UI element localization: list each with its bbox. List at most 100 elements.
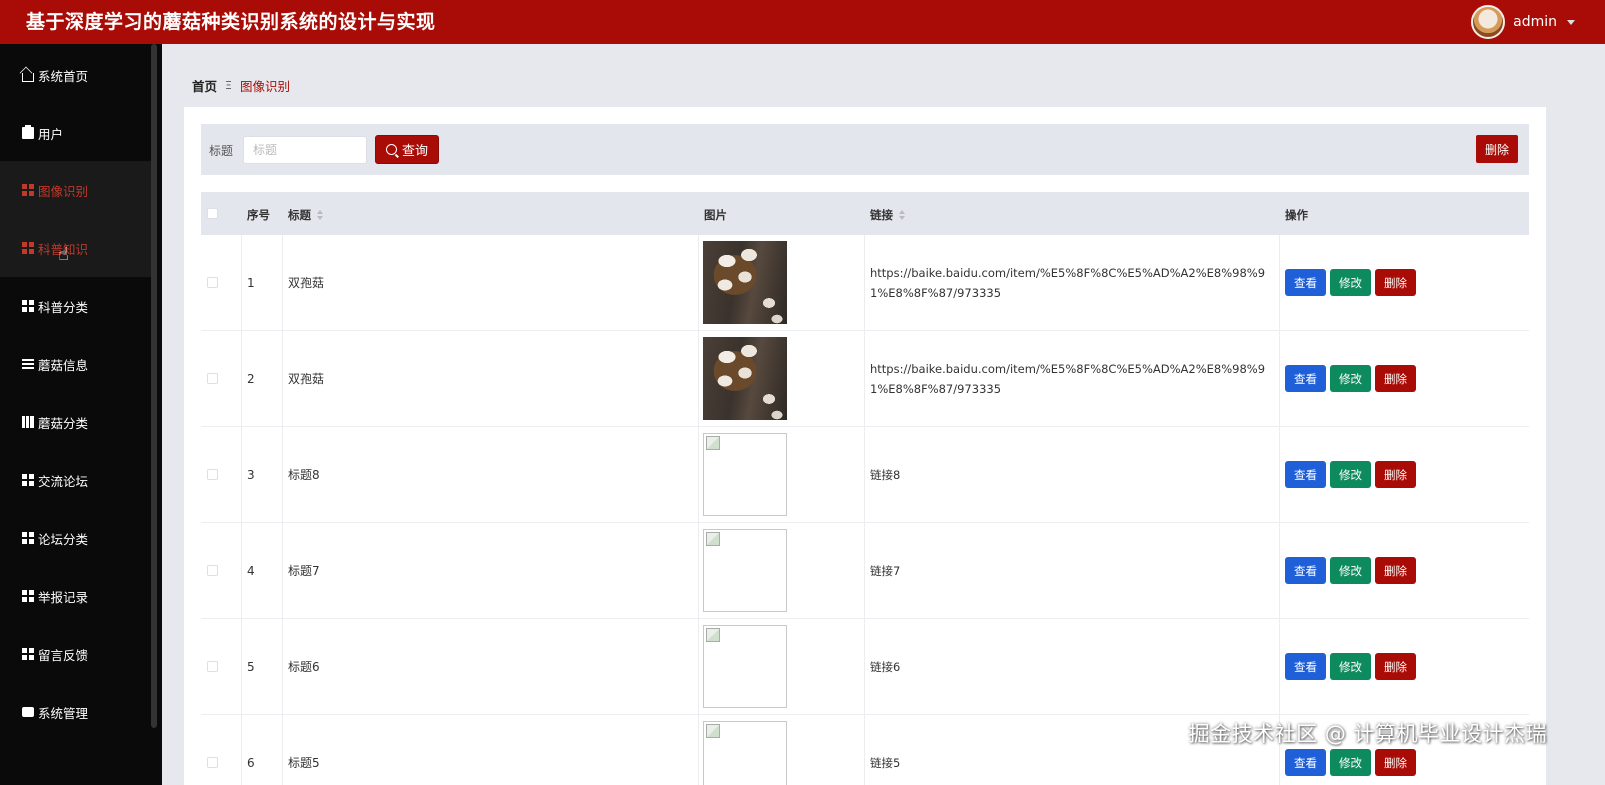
column-header-link[interactable]: 链接 xyxy=(870,207,905,223)
grid-icon xyxy=(22,590,34,602)
row-checkbox[interactable] xyxy=(207,565,218,576)
storage-icon xyxy=(22,707,34,717)
edit-button[interactable]: 修改 xyxy=(1330,269,1371,296)
broken-image[interactable] xyxy=(703,721,787,785)
cell-index: 4 xyxy=(247,563,255,578)
data-table: 序号 标题 图片 链接 操作 1 双孢菇 https://baike.baidu.c… xyxy=(201,192,1529,785)
user-menu[interactable]: admin xyxy=(1471,0,1575,44)
sidebar-item-science-category[interactable]: 科普分类 xyxy=(0,277,151,335)
table-row: 4 标题7 链接7 查看 修改 删除 xyxy=(201,523,1529,619)
delete-button[interactable]: 删除 xyxy=(1375,269,1416,296)
broken-image-icon xyxy=(706,724,720,738)
search-bar: 标题 查询 删除 xyxy=(201,124,1529,175)
top-header: 基于深度学习的蘑菇种类识别系统的设计与实现 admin xyxy=(0,0,1605,44)
sidebar-item-science-knowledge[interactable]: 科普知识 xyxy=(0,219,151,277)
broken-image-icon xyxy=(706,532,720,546)
sort-icon[interactable] xyxy=(317,210,323,220)
link-text: 链接6 xyxy=(870,659,901,674)
edit-button[interactable]: 修改 xyxy=(1330,461,1371,488)
sidebar-item-reports[interactable]: 举报记录 xyxy=(0,567,151,625)
cell-image xyxy=(703,715,787,785)
select-all-checkbox[interactable] xyxy=(207,208,218,219)
table-body: 1 双孢菇 https://baike.baidu.com/item/%E5%8F%… xyxy=(201,235,1529,785)
column-header-index: 序号 xyxy=(247,208,270,222)
row-checkbox[interactable] xyxy=(207,277,218,288)
app-title: 基于深度学习的蘑菇种类识别系统的设计与实现 xyxy=(26,11,436,33)
link-text: https://baike.baidu.com/item/%E5%8F%8C%E… xyxy=(870,265,1266,300)
cell-title: 标题8 xyxy=(288,468,320,482)
view-button[interactable]: 查看 xyxy=(1285,749,1326,776)
grid-icon xyxy=(22,242,34,254)
edit-button[interactable]: 修改 xyxy=(1330,749,1371,776)
grid-icon xyxy=(22,184,34,196)
view-button[interactable]: 查看 xyxy=(1285,653,1326,680)
sidebar-item-label: 交流论坛 xyxy=(38,473,89,489)
sidebar-item-label: 用户 xyxy=(38,126,64,142)
sidebar-item-image-recognition[interactable]: 图像识别 xyxy=(0,161,151,219)
edit-button[interactable]: 修改 xyxy=(1330,653,1371,680)
grid-icon xyxy=(22,532,34,544)
delete-button[interactable]: 删除 xyxy=(1375,461,1416,488)
cell-image xyxy=(703,619,787,714)
query-button-label: 查询 xyxy=(401,144,428,159)
column-header-title[interactable]: 标题 xyxy=(288,207,323,223)
delete-button[interactable]: 删除 xyxy=(1375,365,1416,392)
column-header-label: 链接 xyxy=(870,208,893,222)
sidebar-item-label: 图像识别 xyxy=(38,183,89,199)
cell-index: 3 xyxy=(247,467,255,482)
query-button[interactable]: 查询 xyxy=(375,135,439,164)
cell-link: https://baike.baidu.com/item/%E5%8F%8C%E… xyxy=(870,235,1280,330)
cell-index: 5 xyxy=(247,659,255,674)
breadcrumb-separator: Ξ xyxy=(225,79,232,92)
broken-image[interactable] xyxy=(703,529,787,612)
row-checkbox[interactable] xyxy=(207,469,218,480)
avatar[interactable] xyxy=(1471,5,1506,39)
cell-index: 1 xyxy=(247,275,255,290)
sidebar-item-system-admin[interactable]: 系统管理 xyxy=(0,683,151,741)
sidebar-item-label: 论坛分类 xyxy=(38,531,89,547)
sidebar-item-home[interactable]: 系统首页 xyxy=(0,46,151,104)
bulk-delete-button[interactable]: 删除 xyxy=(1476,135,1518,163)
sidebar-item-mushroom-category[interactable]: 蘑菇分类 xyxy=(0,393,151,451)
table-row: 2 双孢菇 https://baike.baidu.com/item/%E5%8F%… xyxy=(201,331,1529,427)
mushroom-photo[interactable] xyxy=(703,241,787,324)
broken-image[interactable] xyxy=(703,625,787,708)
view-button[interactable]: 查看 xyxy=(1285,269,1326,296)
sidebar-item-mushroom-info[interactable]: 蘑菇信息 xyxy=(0,335,151,393)
chevron-down-icon[interactable] xyxy=(1567,19,1575,25)
column-header-actions: 操作 xyxy=(1285,208,1308,222)
sidebar-item-users[interactable]: 用户 xyxy=(0,104,151,162)
grid-icon xyxy=(22,474,34,486)
sidebar-scrollbar[interactable] xyxy=(151,44,157,728)
row-checkbox[interactable] xyxy=(207,373,218,384)
sidebar-item-feedback[interactable]: 留言反馈 xyxy=(0,625,151,683)
list-icon xyxy=(22,358,34,370)
edit-button[interactable]: 修改 xyxy=(1330,365,1371,392)
delete-button[interactable]: 删除 xyxy=(1375,653,1416,680)
breadcrumb-current: 图像识别 xyxy=(239,79,290,94)
broken-image[interactable] xyxy=(703,433,787,516)
row-checkbox[interactable] xyxy=(207,661,218,672)
search-input[interactable] xyxy=(243,136,367,164)
cell-title: 双孢菇 xyxy=(288,372,325,386)
table-row: 3 标题8 链接8 查看 修改 删除 xyxy=(201,427,1529,523)
edit-button[interactable]: 修改 xyxy=(1330,557,1371,584)
view-button[interactable]: 查看 xyxy=(1285,557,1326,584)
row-checkbox[interactable] xyxy=(207,757,218,768)
cell-index: 6 xyxy=(247,755,255,770)
view-button[interactable]: 查看 xyxy=(1285,365,1326,392)
delete-button[interactable]: 删除 xyxy=(1375,557,1416,584)
mushroom-photo[interactable] xyxy=(703,337,787,420)
view-button[interactable]: 查看 xyxy=(1285,461,1326,488)
sidebar-item-forum-category[interactable]: 论坛分类 xyxy=(0,509,151,567)
cell-link: https://baike.baidu.com/item/%E5%8F%8C%E… xyxy=(870,331,1280,426)
user-name[interactable]: admin xyxy=(1513,14,1557,30)
sidebar-item-forum[interactable]: 交流论坛 xyxy=(0,451,151,509)
column-header-label: 标题 xyxy=(288,208,311,222)
sidebar-item-label: 留言反馈 xyxy=(38,647,89,663)
sidebar-item-label: 举报记录 xyxy=(38,589,89,605)
breadcrumb-home[interactable]: 首页 xyxy=(192,76,217,95)
delete-button[interactable]: 删除 xyxy=(1375,749,1416,776)
cell-title: 标题6 xyxy=(288,660,320,674)
sort-icon[interactable] xyxy=(899,210,905,220)
